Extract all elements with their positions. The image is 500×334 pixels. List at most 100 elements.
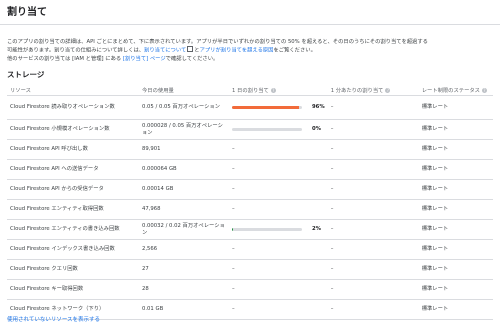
today-usage: 0.05 / 0.05 百万オペレーション — [139, 95, 229, 120]
table-row: Cloud Firestore キー取得回数 28– – 標準レート — [7, 279, 493, 300]
quota-progress: 96% — [232, 104, 325, 111]
daily-quota: – — [229, 299, 328, 320]
exceed-causes-link[interactable]: アプリが割り当てを超える原因 — [200, 48, 274, 54]
resource-name: Cloud Firestore エンティティ取得回数 — [7, 199, 139, 220]
today-usage: 2,566 — [139, 239, 229, 260]
rate-status: 標準レート — [418, 259, 493, 280]
rate-status: 標準レート — [418, 95, 493, 120]
header-daily-quota-label: 1 日の割り当て — [232, 87, 269, 94]
page-title: 割り当て — [7, 7, 47, 18]
today-usage: 0.01 GB — [139, 299, 229, 320]
per-minute-quota: – — [327, 139, 419, 160]
intro-text: このアプリの割り当ての詳細は、API ごとにまとめて、下に表示されています。アプ… — [7, 38, 495, 63]
header-rate-status-label: レート制限のステータス — [421, 87, 480, 94]
progress-track — [232, 127, 302, 132]
quotas-page-link[interactable]: [割り当て] ページ — [123, 56, 166, 62]
today-usage: 0.000064 GB — [139, 159, 229, 180]
header-per-minute-quota: 1 分あたりの割り当て? — [327, 84, 419, 96]
table-row: Cloud Firestore API への送信データ 0.000064 GB – –… — [7, 159, 493, 180]
resource-name: Cloud Firestore インデックス書き込み回数 — [7, 239, 139, 260]
resource-name: Cloud Firestore API への送信データ — [7, 159, 139, 180]
per-minute-quota: – — [327, 95, 419, 120]
progress-track — [232, 227, 302, 232]
table-row: Cloud Firestore 読み取りオペレーション数 0.05 / 0.05 … — [7, 95, 493, 120]
rate-status: 標準レート — [418, 199, 493, 220]
resource-name: Cloud Firestore 小規模オペレーション数 — [7, 119, 139, 140]
rate-status: 標準レート — [418, 119, 493, 140]
intro-line-2: 可能性があります。割り当ての仕組みについて詳しくは、割り当てについて とアプリが割… — [7, 46, 495, 55]
today-usage: 0.00014 GB — [139, 179, 229, 200]
today-usage: 0.00032 / 0.02 百万オペレーション — [139, 219, 229, 240]
daily-quota: – — [229, 199, 328, 220]
table-row: Cloud Firestore エンティティ取得回数 47,968– – 標準レート — [7, 199, 493, 220]
table-row: Cloud Firestore インデックス書き込み回数 2,566– – 標準レート — [7, 239, 493, 260]
table-row: Cloud Firestore API からの受信データ 0.00014 GB – –… — [7, 179, 493, 200]
resource-name: Cloud Firestore API 呼び出し数 — [7, 139, 139, 160]
resource-name: Cloud Firestore クエリ回数 — [7, 259, 139, 280]
resource-name: Cloud Firestore エンティティの書き込み回数 — [7, 219, 139, 240]
per-minute-quota: – — [327, 239, 419, 260]
header-per-minute-label: 1 分あたりの割り当て — [330, 87, 384, 94]
table-row: Cloud Firestore クエリ回数 27– – 標準レート — [7, 259, 493, 280]
intro-line-1: このアプリの割り当ての詳細は、API ごとにまとめて、下に表示されています。アプ… — [7, 39, 428, 45]
today-usage: 47,968 — [139, 199, 229, 220]
table-row: Cloud Firestore 小規模オペレーション数 0.000028 / 0.… — [7, 119, 493, 140]
rate-status: 標準レート — [418, 279, 493, 300]
table-row: Cloud Firestore エンティティの書き込み回数 0.00032 / 0… — [7, 219, 493, 240]
rate-status: 標準レート — [418, 299, 493, 320]
rate-status: 標準レート — [418, 219, 493, 240]
rate-status: 標準レート — [418, 139, 493, 160]
progress-percent: 0% — [312, 126, 321, 132]
header-rate-status: レート制限のステータス? — [418, 84, 493, 96]
header-today-usage: 今日の使用量 — [139, 84, 229, 96]
per-minute-quota: – — [327, 159, 419, 180]
resource-name: Cloud Firestore 読み取りオペレーション数 — [7, 95, 139, 120]
intro-line-2-text: 可能性があります。割り当ての仕組みについて詳しくは、 — [7, 47, 145, 54]
daily-quota: – — [229, 259, 328, 280]
table-row: Cloud Firestore API 呼び出し数 89,901– – 標準レート — [7, 139, 493, 160]
header-daily-quota: 1 日の割り当て? — [229, 84, 328, 96]
rate-status: 標準レート — [418, 159, 493, 180]
show-unused-resources-link[interactable]: 使用されていないリソースを表示する — [7, 315, 100, 323]
section-title-storage: ストレージ — [7, 70, 45, 79]
intro-line-3-end: で確認してください。 — [165, 55, 219, 62]
table-header-row: リソース 今日の使用量 1 日の割り当て? 1 分あたりの割り当て? レート制限… — [7, 84, 493, 96]
per-minute-quota: – — [327, 259, 419, 280]
progress-percent: 96% — [312, 104, 325, 110]
daily-quota: – — [229, 159, 328, 180]
per-minute-quota: – — [327, 279, 419, 300]
intro-line-3: 他のサービスの割り当ては [IAM と管理] にある [割り当て] ページで確認… — [7, 55, 495, 63]
quota-table: リソース 今日の使用量 1 日の割り当て? 1 分あたりの割り当て? レート制限… — [7, 84, 493, 320]
per-minute-quota: – — [327, 219, 419, 240]
daily-quota: 0% — [229, 119, 328, 140]
quota-progress: 2% — [232, 226, 325, 233]
intro-line-2-end: をご覧ください。 — [273, 47, 316, 54]
per-minute-quota: – — [327, 119, 419, 140]
daily-quota: – — [229, 239, 328, 260]
progress-percent: 2% — [312, 226, 321, 232]
title-divider — [0, 24, 500, 25]
help-icon[interactable]: ? — [270, 87, 276, 93]
intro-line-3-text: 他のサービスの割り当ては [IAM と管理] にある — [7, 55, 123, 62]
resource-name: Cloud Firestore API からの受信データ — [7, 179, 139, 200]
about-quotas-link[interactable]: 割り当てについて — [144, 48, 186, 54]
progress-fill — [232, 227, 234, 232]
resource-name: Cloud Firestore キー取得回数 — [7, 279, 139, 300]
today-usage: 89,901 — [139, 139, 229, 160]
daily-quota: 2% — [229, 219, 328, 240]
daily-quota: – — [229, 179, 328, 200]
per-minute-quota: – — [327, 199, 419, 220]
help-icon[interactable]: ? — [481, 87, 487, 93]
progress-fill — [232, 105, 300, 110]
daily-quota: 96% — [229, 95, 328, 120]
header-resource: リソース — [7, 84, 139, 96]
daily-quota: – — [229, 139, 328, 160]
rate-status: 標準レート — [418, 239, 493, 260]
help-icon[interactable]: ? — [385, 87, 391, 93]
per-minute-quota: – — [327, 179, 419, 200]
progress-track — [232, 105, 302, 110]
external-link-icon — [187, 46, 194, 53]
today-usage: 0.000028 / 0.05 百万オペレーション — [139, 119, 229, 140]
rate-status: 標準レート — [418, 179, 493, 200]
per-minute-quota: – — [327, 299, 419, 320]
